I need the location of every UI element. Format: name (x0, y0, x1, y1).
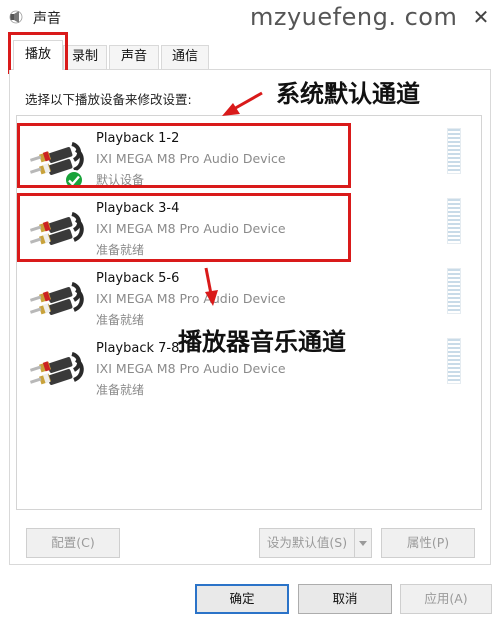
device-status: 准备就绪 (96, 313, 145, 327)
device-item-playback-5-6[interactable]: Playback 5-6 IXI MEGA M8 Pro Audio Devic… (22, 264, 470, 330)
set-default-button[interactable]: 设为默认值(S) (259, 528, 355, 558)
close-button[interactable]: ✕ (468, 4, 494, 30)
highlight-box-tab (8, 32, 68, 74)
tab-recording[interactable]: 录制 (63, 45, 107, 69)
highlight-box-system-channel (17, 123, 351, 188)
window-title: 声音 (33, 11, 61, 27)
volume-meter (447, 128, 461, 174)
apply-button[interactable]: 应用(A) (400, 584, 492, 614)
device-description: IXI MEGA M8 Pro Audio Device (96, 361, 286, 376)
properties-button[interactable]: 属性(P) (381, 528, 475, 558)
volume-meter (447, 338, 461, 384)
speaker-icon (9, 10, 23, 24)
set-default-dropdown[interactable] (354, 528, 372, 558)
configure-button[interactable]: 配置(C) (26, 528, 120, 558)
device-name: Playback 7-8 (96, 341, 180, 356)
cancel-button[interactable]: 取消 (298, 584, 392, 614)
tab-communications[interactable]: 通信 (161, 45, 209, 69)
device-status: 准备就绪 (96, 383, 145, 397)
device-description: IXI MEGA M8 Pro Audio Device (96, 291, 286, 306)
tab-sounds[interactable]: 声音 (109, 45, 159, 69)
volume-meter (447, 268, 461, 314)
rca-cable-icon (29, 282, 84, 315)
device-name: Playback 5-6 (96, 271, 180, 286)
highlight-box-player-channel (17, 193, 351, 262)
volume-meter (447, 198, 461, 244)
annotation-player-channel: 播放器音乐通道 (178, 327, 346, 356)
rca-cable-icon (29, 352, 84, 385)
chevron-down-icon (359, 541, 367, 546)
annotation-system-channel: 系统默认通道 (276, 79, 420, 108)
ok-button[interactable]: 确定 (195, 584, 289, 614)
watermark-text: mzyuefeng. com (250, 3, 458, 31)
instruction-text: 选择以下播放设备来修改设置: (25, 92, 192, 107)
